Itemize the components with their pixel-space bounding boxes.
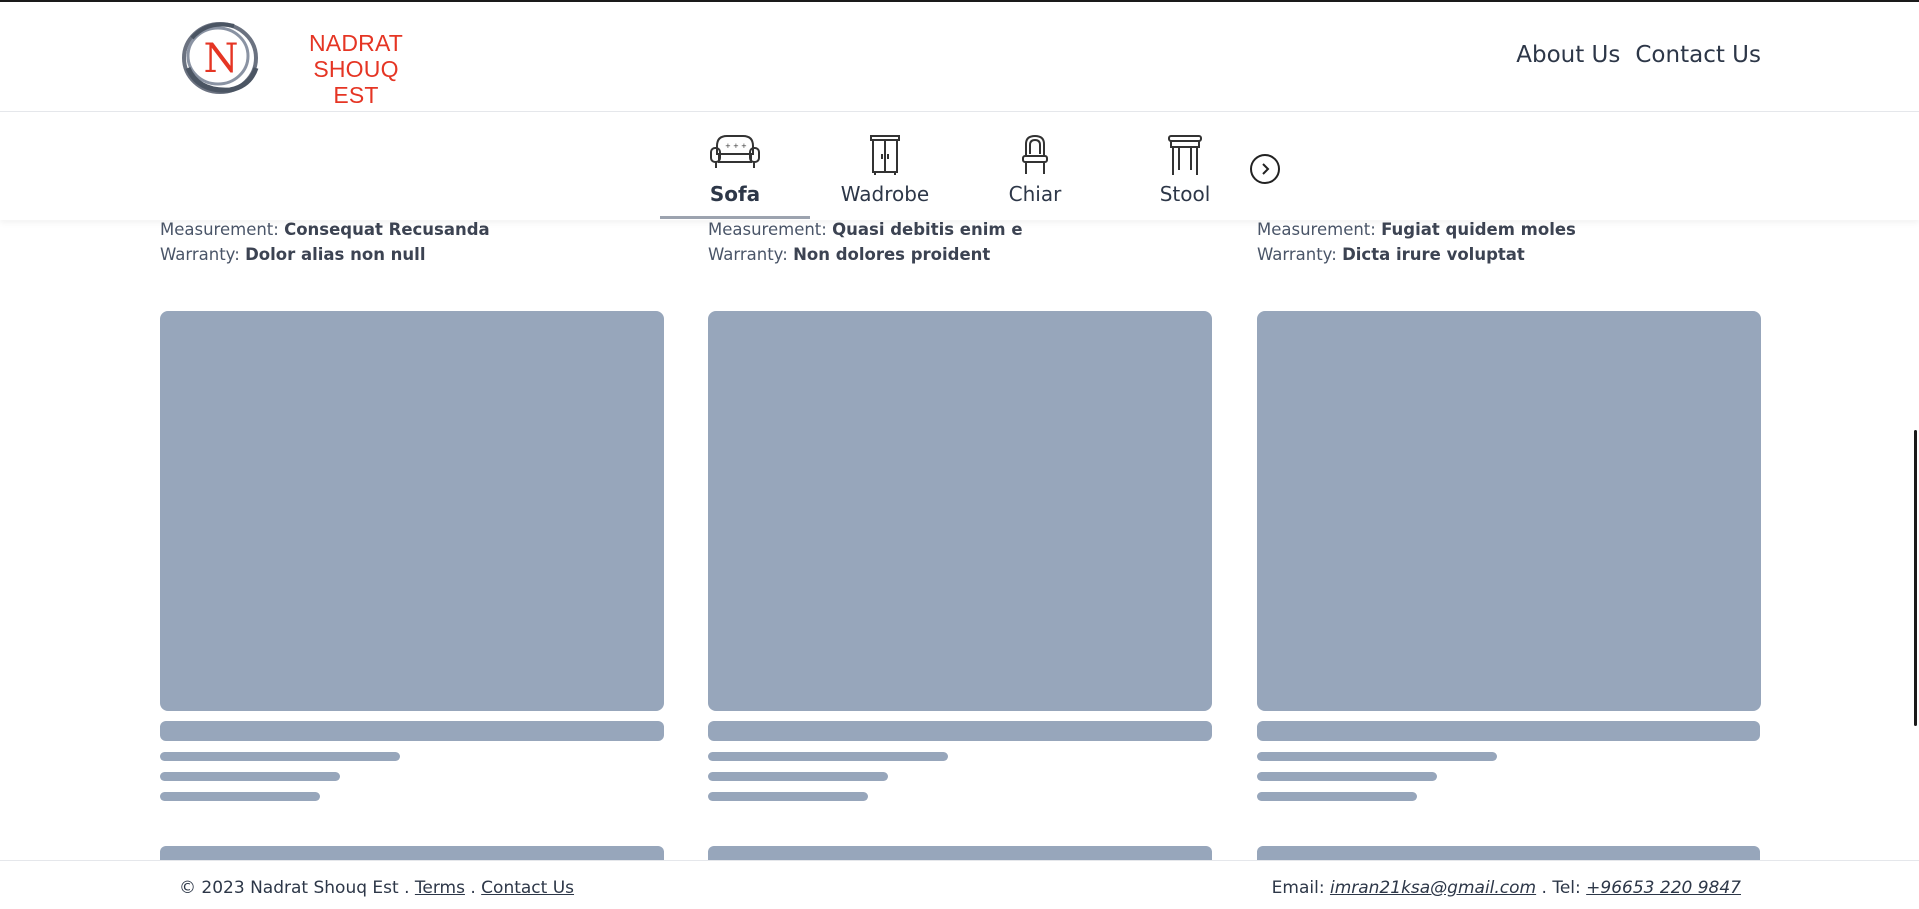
email-label: Email:	[1271, 878, 1325, 898]
warranty-value: Non dolores proident	[793, 245, 991, 264]
measurement-value: Quasi debitis enim e	[832, 220, 1023, 239]
chevron-right-icon	[1262, 163, 1270, 175]
warranty-value: Dicta irure voluptat	[1342, 245, 1525, 264]
svg-text:+: +	[725, 142, 731, 150]
category-label-stool: Stool	[1159, 182, 1211, 206]
chair-icon	[1022, 134, 1048, 174]
skeleton-text	[160, 792, 320, 801]
measurement-row: Measurement: Quasi debitis enim e	[708, 220, 1023, 239]
skeleton-text	[1257, 772, 1437, 781]
sofa-icon: + + +	[710, 135, 760, 168]
warranty-row: Warranty: Dolor alias non null	[160, 245, 426, 264]
brand-logo[interactable]: N	[178, 16, 262, 98]
copyright-text: © 2023 Nadrat Shouq Est .	[179, 878, 410, 898]
warranty-row: Warranty: Dicta irure voluptat	[1257, 245, 1525, 264]
footer-left: © 2023 Nadrat Shouq Est . Terms . Contac…	[179, 878, 574, 898]
category-sofa[interactable]: + + + Sofa	[660, 132, 810, 206]
skeleton-text	[160, 752, 400, 761]
logo-emblem-icon: N	[182, 22, 259, 94]
main-nav: About Us Contact Us	[1516, 42, 1761, 68]
footer-terms-link[interactable]: Terms	[415, 878, 465, 898]
warranty-row: Warranty: Non dolores proident	[708, 245, 991, 264]
nav-about-us[interactable]: About Us	[1516, 42, 1620, 68]
svg-text:+: +	[741, 142, 747, 150]
brand-line-2: EST	[333, 82, 379, 108]
skeleton-text	[708, 772, 888, 781]
skeleton-title	[160, 721, 664, 741]
active-category-indicator	[660, 216, 810, 219]
logo-letter: N	[204, 36, 239, 82]
skeleton-image	[1257, 311, 1761, 711]
category-label-chair: Chiar	[1008, 182, 1062, 206]
category-chair[interactable]: Chiar	[960, 134, 1110, 206]
skeleton-image	[708, 311, 1212, 711]
footer-right: Email: imran21ksa@gmail.com . Tel: +9665…	[1272, 878, 1741, 898]
warranty-value: Dolor alias non null	[245, 245, 426, 264]
category-next-button[interactable]	[1250, 154, 1280, 184]
category-label-sofa: Sofa	[709, 182, 761, 206]
skeleton-title	[708, 721, 1212, 741]
skeleton-text	[708, 792, 868, 801]
brand-line-1: NADRAT SHOUQ	[308, 30, 404, 82]
footer-separator: .	[470, 878, 476, 898]
tel-label: . Tel:	[1541, 878, 1581, 898]
footer-phone-link[interactable]: +96653 220 9847	[1586, 878, 1741, 898]
skeleton-text	[1257, 752, 1497, 761]
site-footer: © 2023 Nadrat Shouq Est . Terms . Contac…	[0, 860, 1919, 909]
skeleton-text	[160, 772, 340, 781]
stool-icon	[1168, 135, 1202, 175]
svg-text:+: +	[733, 142, 739, 150]
measurement-row: Measurement: Consequat Recusanda	[160, 220, 490, 239]
wardrobe-icon	[870, 135, 900, 175]
measurement-value: Consequat Recusanda	[284, 220, 490, 239]
brand-name[interactable]: NADRAT SHOUQ EST	[264, 30, 448, 108]
category-label-wardrobe: Wadrobe	[840, 182, 930, 206]
measurement-row: Measurement: Fugiat quidem moles	[1257, 220, 1576, 239]
product-spec-3: Measurement: Fugiat quidem moles Warrant…	[1257, 217, 1576, 267]
page-scrollbar[interactable]	[1914, 430, 1917, 726]
product-spec-2: Measurement: Quasi debitis enim e Warran…	[708, 217, 1023, 267]
category-wardrobe[interactable]: Wadrobe	[810, 134, 960, 206]
skeleton-image	[160, 311, 664, 711]
nav-contact-us[interactable]: Contact Us	[1635, 42, 1761, 68]
footer-contact-link[interactable]: Contact Us	[481, 878, 574, 898]
measurement-value: Fugiat quidem moles	[1381, 220, 1576, 239]
footer-email-link[interactable]: imran21ksa@gmail.com	[1330, 878, 1536, 898]
skeleton-text	[1257, 792, 1417, 801]
site-header: N NADRAT SHOUQ EST About Us Contact Us	[0, 2, 1919, 112]
skeleton-text	[708, 752, 948, 761]
category-stool[interactable]: Stool	[1110, 134, 1260, 206]
product-spec-1: Measurement: Consequat Recusanda Warrant…	[160, 217, 490, 267]
category-bar: + + + Sofa Wadrobe Chiar Stool	[0, 112, 1919, 220]
skeleton-title	[1257, 721, 1760, 741]
